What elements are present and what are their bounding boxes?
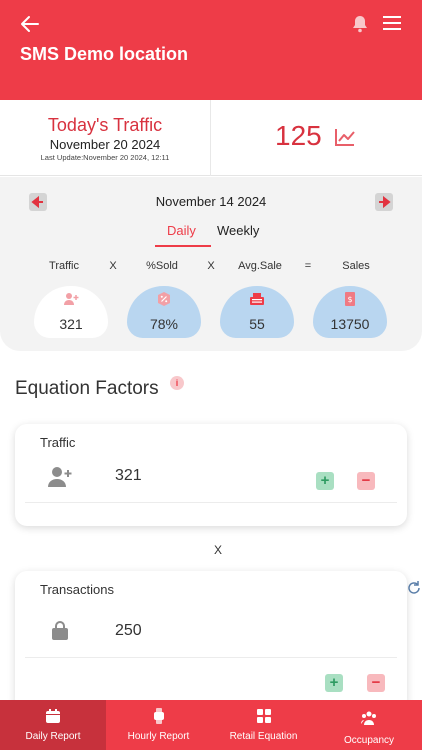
active-tab-indicator (155, 245, 211, 247)
users-icon (361, 710, 377, 726)
sold-card-value: 78% (149, 316, 179, 332)
selected-date: November 14 2024 (155, 194, 267, 209)
nav-label: Hourly Report (127, 731, 190, 742)
equation-label-avg-sale: Avg.Sale (238, 260, 282, 272)
register-icon (249, 292, 265, 306)
nav-daily-report[interactable]: Daily Report (0, 700, 106, 750)
todays-traffic-value: 125 (275, 120, 322, 151)
bell-icon[interactable] (350, 14, 370, 34)
nav-hourly-report[interactable]: Hourly Report (106, 700, 211, 750)
sales-card-value: 13750 (330, 316, 370, 332)
todays-traffic-title: Today's Traffic (47, 115, 163, 135)
decrease-button[interactable]: − (367, 674, 385, 692)
watch-icon (151, 708, 167, 724)
equation-factors-title: Equation Factors (15, 378, 159, 399)
info-icon[interactable]: i (170, 376, 184, 390)
trend-chart-icon (334, 127, 356, 147)
factor-divider (25, 657, 397, 658)
calendar-icon (45, 708, 61, 724)
equation-operator-equals: = (304, 260, 312, 272)
back-arrow-icon[interactable] (18, 12, 42, 36)
nav-label: Daily Report (25, 731, 81, 742)
percent-badge-icon (156, 292, 172, 306)
equation-label-traffic: Traffic (49, 260, 79, 272)
nav-retail-equation[interactable]: Retail Equation (211, 700, 316, 750)
factor-value: 321 (115, 467, 142, 484)
traffic-factor-card: Traffic 321 + − (15, 424, 407, 526)
equation-label-sold: %Sold (146, 260, 178, 272)
nav-label: Occupancy (343, 735, 395, 746)
svg-text:$: $ (347, 295, 352, 304)
app-header: SMS Demo location (0, 0, 422, 100)
increase-button[interactable]: + (316, 472, 334, 490)
calculator-icon (256, 708, 272, 724)
increase-button[interactable]: + (325, 674, 343, 692)
refresh-icon[interactable] (406, 580, 422, 596)
todays-traffic-card: Today's Traffic November 20 2024 Last Up… (0, 100, 422, 176)
money-icon: $ (342, 292, 358, 306)
factor-divider (25, 502, 397, 503)
hamburger-menu-icon[interactable] (382, 14, 402, 32)
nav-occupancy[interactable]: Occupancy (316, 700, 422, 750)
traffic-card-value: 321 (59, 316, 83, 332)
last-update-text: Last Update:November 20 2024, 12:11 (40, 153, 170, 162)
add-user-icon (63, 292, 79, 306)
factor-value: 250 (115, 622, 142, 639)
tab-weekly[interactable]: Weekly (217, 223, 259, 238)
multiply-operator: X (214, 543, 223, 557)
nav-label: Retail Equation (229, 731, 298, 742)
divider (210, 100, 211, 176)
bottom-navigation: Daily Report Hourly Report Retail Equati… (0, 700, 422, 750)
todays-traffic-info: Today's Traffic November 20 2024 Last Up… (0, 100, 210, 176)
avg-sale-card-value: 55 (249, 316, 265, 332)
equation-operator-times: X (109, 260, 117, 272)
equation-label-sales: Sales (342, 260, 370, 272)
factor-name: Traffic (40, 435, 76, 450)
location-title: SMS Demo location (20, 44, 189, 64)
tab-daily[interactable]: Daily (167, 223, 196, 238)
transactions-factor-card: Transactions 250 + − (15, 571, 407, 711)
decrease-button[interactable]: − (357, 472, 375, 490)
todays-traffic-date: November 20 2024 (49, 137, 161, 152)
shopping-bag-icon (51, 621, 69, 641)
add-user-icon (47, 466, 73, 488)
factor-name: Transactions (40, 582, 114, 597)
equation-operator-times: X (207, 260, 215, 272)
